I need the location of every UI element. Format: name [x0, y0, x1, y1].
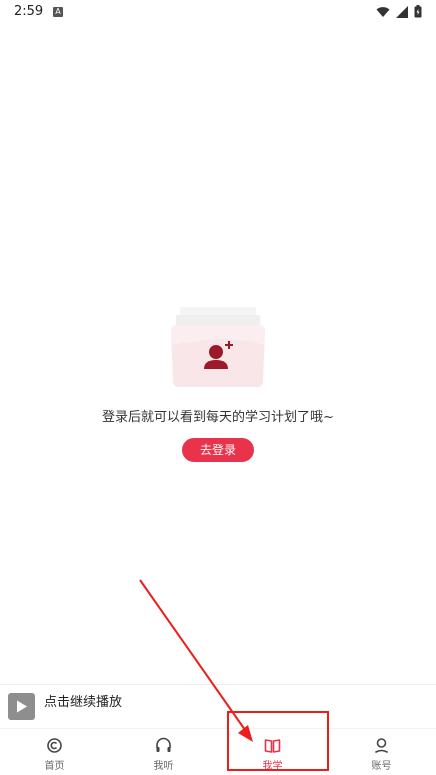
empty-message: 登录后就可以看到每天的学习计划了哦~ — [102, 410, 334, 425]
account-icon — [375, 738, 388, 753]
headphones-icon — [156, 737, 171, 752]
login-button[interactable]: 去登录 — [182, 438, 254, 462]
battery-icon — [414, 5, 422, 18]
tab-account-label: 账号 — [371, 761, 392, 772]
mini-player-title[interactable]: 点击继续播放 — [44, 691, 122, 710]
a-icon: A — [53, 7, 63, 17]
signal-icon — [396, 5, 408, 18]
add-user-folder-icon — [171, 307, 265, 387]
home-icon — [47, 738, 62, 753]
tab-listen-label: 我听 — [153, 761, 174, 772]
mini-player-cover[interactable] — [8, 693, 35, 720]
highlight-box — [227, 711, 329, 771]
status-bar: 2:59 A — [0, 0, 436, 26]
status-icons — [376, 5, 422, 18]
tab-home-label: 首页 — [44, 761, 65, 772]
play-icon — [17, 700, 27, 713]
wifi-icon — [376, 6, 390, 17]
tab-bar: 首页 我听 我学 账号 — [0, 728, 436, 775]
tab-account[interactable]: 账号 — [327, 729, 436, 775]
tab-listen[interactable]: 我听 — [109, 729, 218, 775]
status-time: 2:59 — [14, 4, 44, 19]
mini-player[interactable]: 点击继续播放 — [0, 684, 436, 729]
tab-home[interactable]: 首页 — [0, 729, 109, 775]
screen: 2:59 A 登录后就可以看到每天的学习计划了哦~ 去登录 点击继续播放 首页 … — [0, 0, 436, 775]
